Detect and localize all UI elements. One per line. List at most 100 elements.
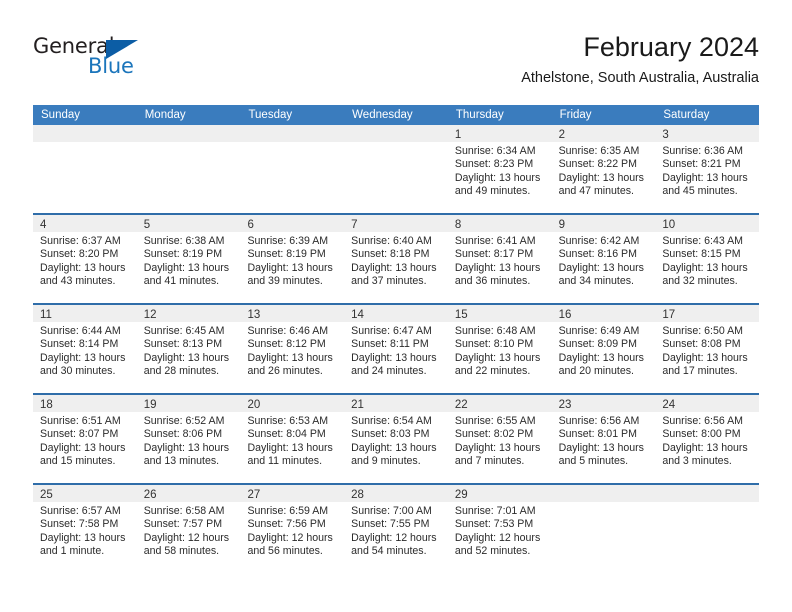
day-cell[interactable]: 2 Sunrise: 6:35 AM Sunset: 8:22 PM Daylight… — [551, 125, 656, 213]
day-cell[interactable]: 20 Sunrise: 6:53 AM Sunset: 8:04 PM Dayligh… — [240, 395, 345, 483]
day-number-strip: 4 — [33, 215, 137, 232]
daylight-duration-line2: and 58 minutes. — [143, 544, 220, 557]
sunset-time: Sunset: 7:55 PM — [351, 518, 430, 531]
day-number: 22 — [454, 399, 468, 411]
calendar-week-row: 25 Sunrise: 6:57 AM Sunset: 7:58 PM Dayligh… — [33, 483, 760, 573]
day-cell[interactable]: 3 Sunrise: 6:36 AM Sunset: 8:21 PM Daylight… — [655, 125, 760, 213]
sunrise-time: Sunrise: 6:36 AM — [662, 145, 743, 157]
daylight-duration-line1: Daylight: 13 hours — [40, 441, 126, 454]
sunrise-time: Sunrise: 6:58 AM — [143, 505, 225, 517]
daylight-duration-line2: and 17 minutes. — [662, 364, 738, 377]
day-cell[interactable]: 17 Sunrise: 6:50 AM Sunset: 8:08 PM Dayligh… — [655, 305, 760, 393]
day-cell[interactable]: 14 Sunrise: 6:47 AM Sunset: 8:11 PM Dayligh… — [344, 305, 448, 393]
day-cell[interactable]: 18 Sunrise: 6:51 AM Sunset: 8:07 PM Dayligh… — [33, 395, 137, 483]
sunset-time: Sunset: 8:19 PM — [143, 248, 223, 261]
daylight-duration-line2: and 13 minutes. — [143, 454, 220, 467]
daylight-duration-line2: and 54 minutes. — [351, 544, 427, 557]
day-number: 14 — [351, 309, 364, 321]
daylight-duration-line2: and 15 minutes. — [40, 454, 116, 467]
day-cell[interactable]: 6 Sunrise: 6:39 AM Sunset: 8:19 PM Daylight… — [240, 215, 345, 303]
sunrise-time: Sunrise: 6:56 AM — [662, 415, 743, 427]
day-details: Sunrise: 6:52 AM Sunset: 8:06 PM Daylight:… — [137, 412, 241, 468]
day-number: 1 — [454, 129, 462, 141]
day-cell-empty — [344, 125, 448, 213]
day-cell[interactable]: 15 Sunrise: 6:48 AM Sunset: 8:10 PM Dayligh… — [447, 305, 552, 393]
day-cell[interactable]: 25 Sunrise: 6:57 AM Sunset: 7:58 PM Dayligh… — [33, 485, 137, 573]
daylight-duration-line1: Daylight: 13 hours — [454, 351, 541, 364]
day-cell[interactable]: 19 Sunrise: 6:52 AM Sunset: 8:06 PM Dayligh… — [136, 395, 241, 483]
logo-text-blue: Blue — [88, 54, 134, 78]
day-number-strip: 14 — [344, 305, 448, 322]
daylight-duration-line1: Daylight: 13 hours — [662, 351, 748, 364]
daylight-duration-line2: and 52 minutes. — [454, 544, 531, 557]
sunrise-time: Sunrise: 6:50 AM — [662, 325, 743, 337]
day-cell[interactable]: 13 Sunrise: 6:46 AM Sunset: 8:12 PM Dayligh… — [240, 305, 345, 393]
day-number: 15 — [454, 309, 468, 321]
day-cell[interactable]: 21 Sunrise: 6:54 AM Sunset: 8:03 PM Dayligh… — [344, 395, 448, 483]
sunset-time: Sunset: 8:23 PM — [454, 158, 534, 171]
day-cell[interactable]: 16 Sunrise: 6:49 AM Sunset: 8:09 PM Dayligh… — [551, 305, 656, 393]
day-cell[interactable]: 5 Sunrise: 6:38 AM Sunset: 8:19 PM Daylight… — [136, 215, 241, 303]
calendar-week-row: 1 Sunrise: 6:34 AM Sunset: 8:23 PM Daylight… — [33, 125, 760, 213]
day-cell[interactable]: 10 Sunrise: 6:43 AM Sunset: 8:15 PM Dayligh… — [655, 215, 760, 303]
page-title: February 2024 — [583, 32, 759, 62]
sunset-time: Sunset: 8:16 PM — [558, 248, 637, 261]
day-number-strip: 8 — [447, 215, 552, 232]
day-number: 23 — [558, 399, 572, 411]
general-blue-logo[interactable]: General Blue — [33, 34, 213, 90]
day-cell[interactable]: 29 Sunrise: 7:01 AM Sunset: 7:53 PM Dayligh… — [447, 485, 552, 573]
day-number-strip: 10 — [655, 215, 760, 232]
day-details: Sunrise: 6:36 AM Sunset: 8:21 PM Daylight:… — [655, 142, 759, 198]
day-cell[interactable]: 9 Sunrise: 6:42 AM Sunset: 8:16 PM Daylight… — [551, 215, 656, 303]
daylight-duration-line1: Daylight: 13 hours — [454, 261, 541, 274]
daylight-duration-line2: and 30 minutes. — [40, 364, 116, 377]
sunrise-time: Sunrise: 6:52 AM — [143, 415, 225, 427]
day-number-strip: 1 — [447, 125, 552, 142]
sunset-time: Sunset: 8:04 PM — [247, 428, 326, 441]
day-details: Sunrise: 6:43 AM Sunset: 8:15 PM Daylight:… — [655, 232, 759, 288]
day-cell[interactable]: 27 Sunrise: 6:59 AM Sunset: 7:56 PM Dayligh… — [240, 485, 345, 573]
day-number: 3 — [662, 129, 669, 141]
sunset-time: Sunset: 8:03 PM — [351, 428, 430, 441]
daylight-duration-line2: and 24 minutes. — [351, 364, 427, 377]
day-cell[interactable]: 8 Sunrise: 6:41 AM Sunset: 8:17 PM Daylight… — [447, 215, 552, 303]
day-cell[interactable]: 28 Sunrise: 7:00 AM Sunset: 7:55 PM Dayligh… — [344, 485, 448, 573]
sunrise-time: Sunrise: 6:38 AM — [143, 235, 225, 247]
day-cell[interactable]: 11 Sunrise: 6:44 AM Sunset: 8:14 PM Dayligh… — [33, 305, 137, 393]
day-details: Sunrise: 7:01 AM Sunset: 7:53 PM Daylight:… — [448, 502, 552, 558]
sunset-time: Sunset: 7:58 PM — [40, 518, 119, 531]
day-number: 8 — [454, 219, 462, 231]
day-number-strip: 3 — [655, 125, 760, 142]
day-number: 27 — [247, 489, 261, 501]
sunset-time: Sunset: 8:15 PM — [662, 248, 741, 261]
day-cell[interactable]: 7 Sunrise: 6:40 AM Sunset: 8:18 PM Daylight… — [344, 215, 448, 303]
daylight-duration-line2: and 47 minutes. — [558, 184, 634, 197]
daylight-duration-line2: and 39 minutes. — [247, 274, 323, 287]
day-number: 24 — [662, 399, 676, 411]
day-cell[interactable]: 12 Sunrise: 6:45 AM Sunset: 8:13 PM Dayligh… — [136, 305, 241, 393]
daylight-duration-line2: and 36 minutes. — [454, 274, 531, 287]
day-cell[interactable]: 1 Sunrise: 6:34 AM Sunset: 8:23 PM Daylight… — [447, 125, 552, 213]
daylight-duration-line1: Daylight: 13 hours — [351, 351, 437, 364]
day-number-strip: 16 — [551, 305, 656, 322]
day-details: Sunrise: 6:53 AM Sunset: 8:04 PM Daylight:… — [240, 412, 344, 468]
sunrise-time: Sunrise: 6:42 AM — [558, 235, 640, 247]
daylight-duration-line2: and 22 minutes. — [454, 364, 531, 377]
day-cell[interactable]: 24 Sunrise: 6:56 AM Sunset: 8:00 PM Dayligh… — [655, 395, 760, 483]
day-cell[interactable]: 26 Sunrise: 6:58 AM Sunset: 7:57 PM Dayligh… — [136, 485, 241, 573]
day-cell[interactable]: 22 Sunrise: 6:55 AM Sunset: 8:02 PM Dayligh… — [447, 395, 552, 483]
day-details: Sunrise: 6:56 AM Sunset: 8:01 PM Daylight:… — [552, 412, 656, 468]
sunset-time: Sunset: 8:07 PM — [40, 428, 119, 441]
day-cell[interactable]: 23 Sunrise: 6:56 AM Sunset: 8:01 PM Dayligh… — [551, 395, 656, 483]
daylight-duration-line1: Daylight: 13 hours — [40, 351, 126, 364]
weekday-header-tuesday: Tuesday — [248, 109, 293, 121]
sunset-time: Sunset: 8:08 PM — [662, 338, 741, 351]
day-number: 19 — [143, 399, 157, 411]
sunset-time: Sunset: 8:19 PM — [247, 248, 326, 261]
daylight-duration-line1: Daylight: 13 hours — [143, 351, 230, 364]
day-details: Sunrise: 6:57 AM Sunset: 7:58 PM Daylight:… — [33, 502, 137, 558]
day-number-strip: 24 — [655, 395, 760, 412]
day-number: 26 — [143, 489, 157, 501]
daylight-duration-line1: Daylight: 13 hours — [558, 171, 644, 184]
day-cell[interactable]: 4 Sunrise: 6:37 AM Sunset: 8:20 PM Daylight… — [33, 215, 137, 303]
